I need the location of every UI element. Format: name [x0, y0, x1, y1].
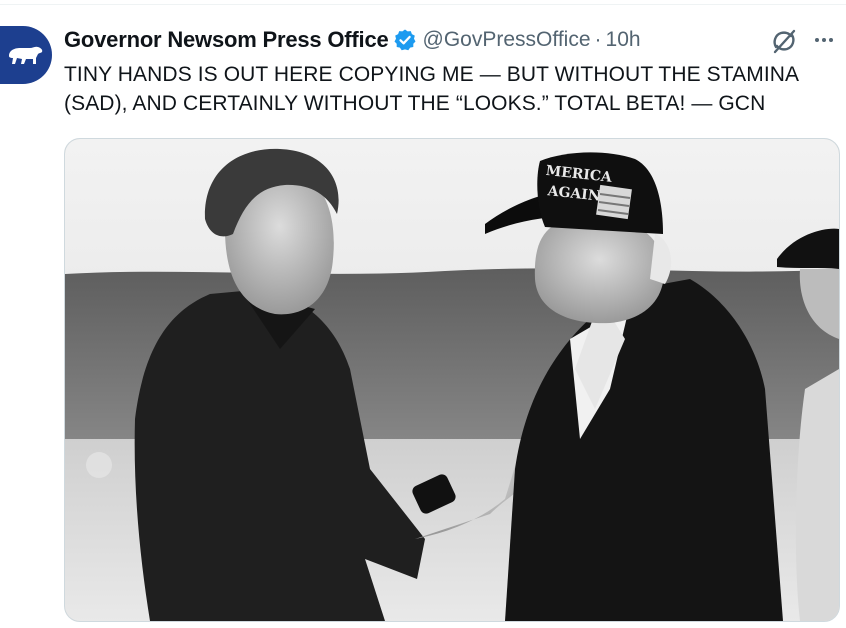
tweet-header: Governor Newsom Press Office @GovPressOf… [64, 25, 641, 55]
tweet-text-line: (SAD), AND CERTAINLY WITHOUT THE “LOOKS.… [64, 92, 766, 115]
avatar[interactable] [0, 26, 52, 84]
account-handle[interactable]: @GovPressOffice [423, 28, 591, 52]
account-name[interactable]: Governor Newsom Press Office [64, 27, 389, 53]
more-options-icon[interactable] [810, 28, 838, 52]
top-divider [0, 4, 846, 5]
grok-icon[interactable] [770, 27, 798, 55]
timestamp[interactable]: 10h [606, 28, 641, 52]
tweet-text-line: TINY HANDS IS OUT HERE COPYING ME — BUT … [64, 63, 800, 86]
separator-dot: · [594, 28, 602, 51]
tweet-photo[interactable]: MERICA AGAIN [64, 138, 840, 622]
california-bear-icon [9, 46, 43, 64]
verified-badge-icon[interactable] [393, 28, 417, 52]
tweet-text: TINY HANDS IS OUT HERE COPYING ME — BUT … [64, 60, 834, 118]
photo-image: MERICA AGAIN [65, 139, 839, 621]
